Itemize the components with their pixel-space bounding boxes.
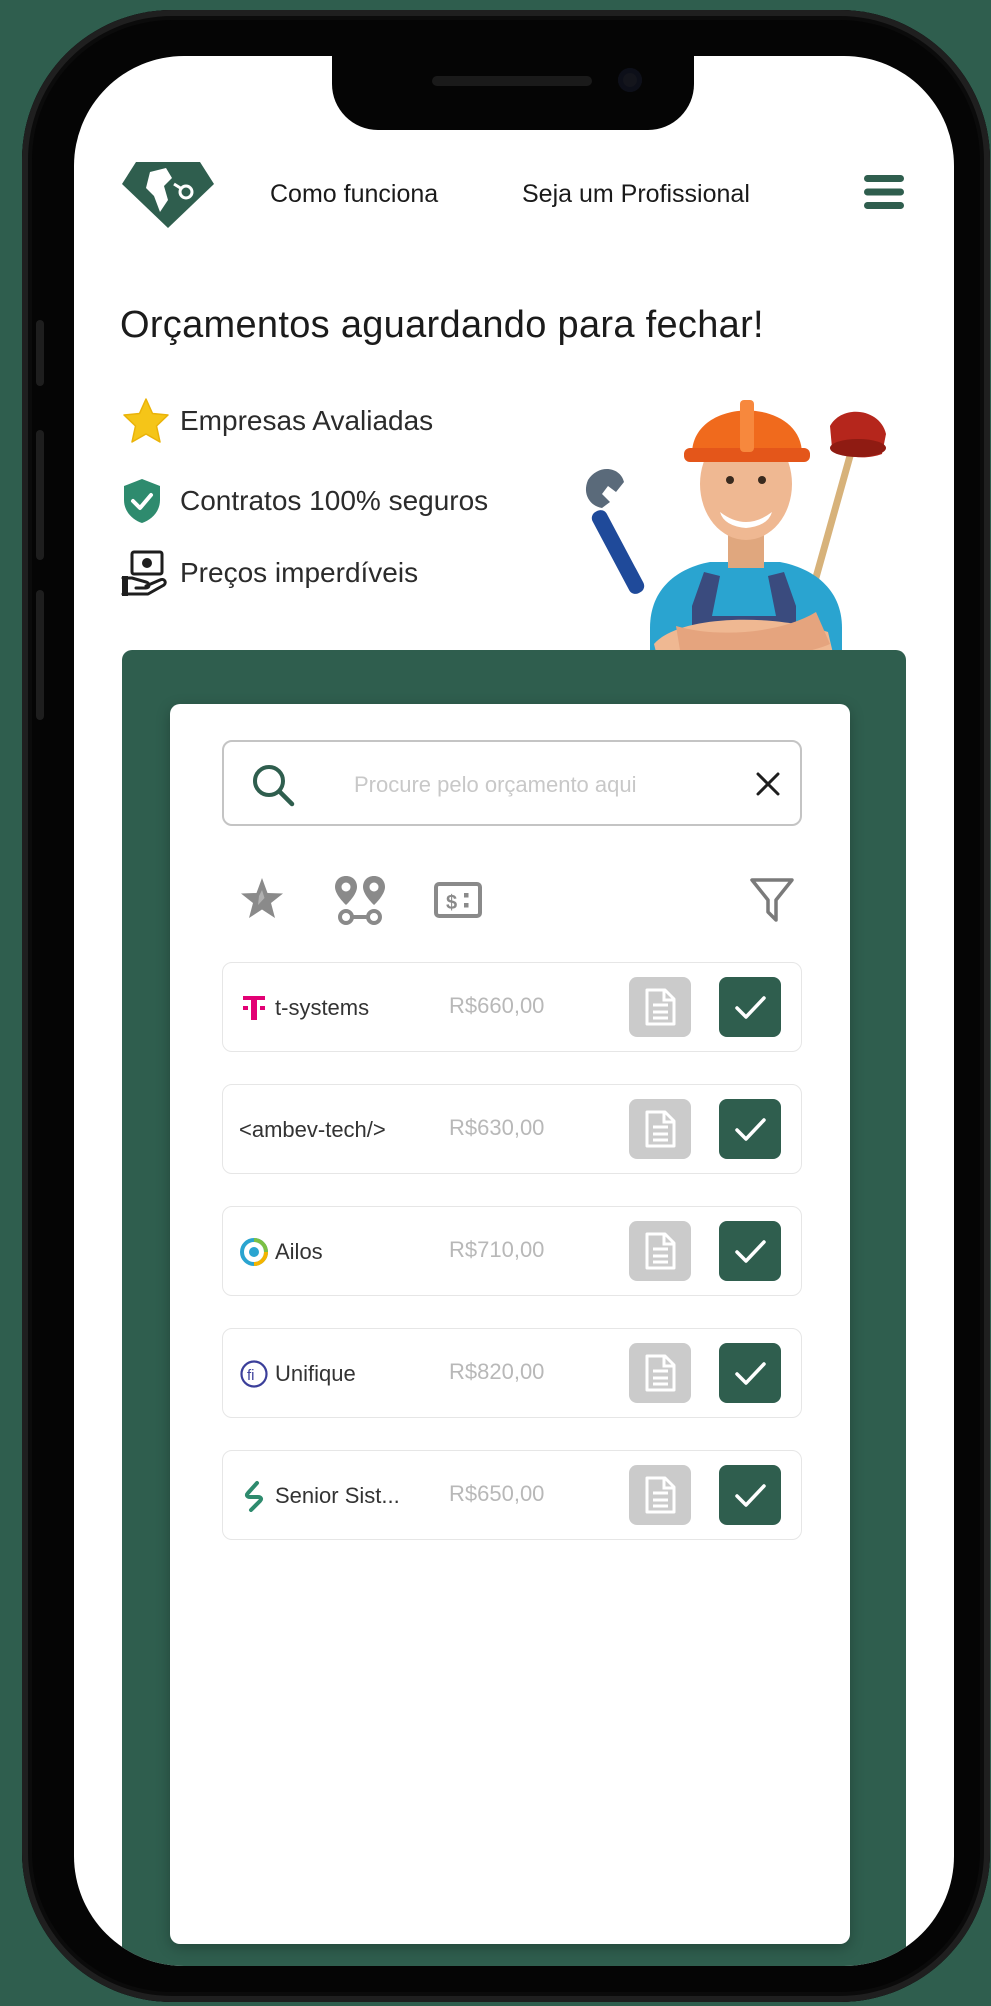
app-screen: Como funciona Seja um Profissional Orçam… <box>74 56 954 1966</box>
quote-price: R$650,00 <box>449 1481 545 1506</box>
quote-row[interactable]: Ailos R$710,00 <box>222 1206 802 1296</box>
quote-price: R$660,00 <box>449 993 545 1018</box>
unifique-logo-icon: fi <box>239 1359 269 1389</box>
feature-secure-contracts: Contratos 100% seguros <box>120 476 488 526</box>
filter-bar: $ <box>222 872 802 932</box>
shield-check-icon <box>120 476 172 526</box>
nav-link-how-it-works[interactable]: Como funciona <box>270 180 438 209</box>
earpiece <box>432 76 592 86</box>
accept-quote-button[interactable] <box>719 977 781 1037</box>
ailos-logo-icon <box>239 1237 269 1267</box>
front-camera <box>618 68 642 92</box>
svg-text:fi: fi <box>247 1367 255 1384</box>
company-name: Ailos <box>239 1235 323 1269</box>
accept-quote-button[interactable] <box>719 1343 781 1403</box>
company-label: Unifique <box>275 1361 356 1386</box>
company-label: t-systems <box>275 995 370 1020</box>
view-document-button[interactable] <box>629 1099 691 1159</box>
notch <box>332 56 694 130</box>
feature-great-prices: Preços imperdíveis <box>120 548 418 598</box>
company-name: Senior Sist... <box>239 1479 400 1513</box>
senior-logo-icon <box>239 1481 269 1512</box>
top-nav: Como funciona Seja um Profissional <box>74 152 954 242</box>
view-document-button[interactable] <box>629 977 691 1037</box>
volume-down-button <box>36 590 44 720</box>
telekom-logo-icon <box>239 993 269 1023</box>
view-document-button[interactable] <box>629 1465 691 1525</box>
company-name: fi Unifique <box>239 1357 356 1391</box>
logo-icon[interactable] <box>120 156 216 232</box>
star-filter-icon[interactable] <box>234 872 290 928</box>
money-hand-icon <box>120 548 172 598</box>
funnel-icon[interactable] <box>744 872 800 928</box>
accept-quote-button[interactable] <box>719 1221 781 1281</box>
location-filter-icon[interactable] <box>332 872 388 928</box>
quote-price: R$820,00 <box>449 1359 545 1384</box>
quote-row[interactable]: t-systems R$660,00 <box>222 962 802 1052</box>
search-input[interactable] <box>352 766 686 804</box>
volume-up-button <box>36 430 44 560</box>
view-document-button[interactable] <box>629 1343 691 1403</box>
company-label: Ailos <box>275 1239 323 1264</box>
company-label: <ambev-tech/> <box>239 1117 386 1142</box>
quote-price: R$710,00 <box>449 1237 545 1262</box>
search-icon[interactable] <box>250 762 296 808</box>
quotes-card: $ <box>170 704 850 1944</box>
page-title: Orçamentos aguardando para fechar! <box>120 304 764 346</box>
quote-price: R$630,00 <box>449 1115 545 1140</box>
quote-row[interactable]: fi Unifique R$820,00 <box>222 1328 802 1418</box>
feature-label: Contratos 100% seguros <box>180 485 489 516</box>
price-filter-icon[interactable]: $ <box>430 872 486 928</box>
company-name: <ambev-tech/> <box>239 1113 386 1147</box>
feature-rated-companies: Empresas Avaliadas <box>120 396 433 446</box>
quote-row[interactable]: Senior Sist... R$650,00 <box>222 1450 802 1540</box>
star-icon <box>120 396 172 446</box>
quote-row[interactable]: <ambev-tech/> R$630,00 <box>222 1084 802 1174</box>
feature-label: Empresas Avaliadas <box>180 405 434 436</box>
search-bar <box>222 740 802 826</box>
hamburger-menu-icon[interactable] <box>862 172 906 212</box>
feature-label: Preços imperdíveis <box>180 557 419 588</box>
svg-text:$: $ <box>446 892 457 914</box>
clear-search-icon[interactable] <box>750 766 786 802</box>
accept-quote-button[interactable] <box>719 1099 781 1159</box>
mute-switch <box>36 320 44 386</box>
company-name: t-systems <box>239 991 369 1025</box>
accept-quote-button[interactable] <box>719 1465 781 1525</box>
nav-link-become-professional[interactable]: Seja um Profissional <box>522 180 750 209</box>
company-label: Senior Sist... <box>275 1483 400 1508</box>
view-document-button[interactable] <box>629 1221 691 1281</box>
